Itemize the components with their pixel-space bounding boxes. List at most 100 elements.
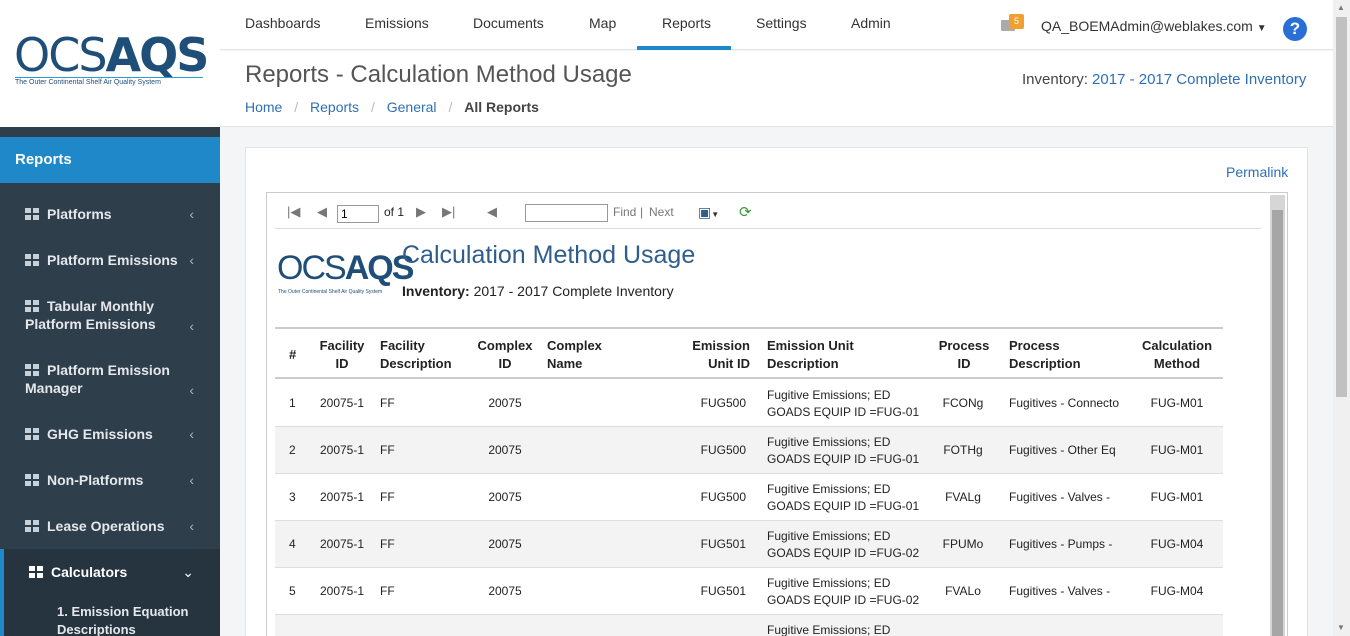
table-row: 5 20075-1 FF 20075 FUG501 Fugitive Emissions;… xyxy=(275,568,1223,615)
breadcrumb-reports[interactable]: Reports xyxy=(310,99,359,115)
page-title: Reports - Calculation Method Usage xyxy=(245,61,632,88)
chevron-left-icon: ‹ xyxy=(189,472,194,488)
find-button[interactable]: Find xyxy=(613,205,636,219)
breadcrumb: Home / Reports / General / All Reports xyxy=(245,99,539,115)
breadcrumb-general[interactable]: General xyxy=(387,99,437,115)
table-cell: FF xyxy=(380,537,395,551)
table-cell: Fugitive Emissions; ED GOADS EQUIP ID =F… xyxy=(767,482,920,513)
table-cell: FUG501 xyxy=(700,584,746,598)
sidebar-item-ghg-emissions[interactable]: GHG Emissions ‹ xyxy=(0,425,220,445)
scroll-up-icon[interactable]: ▲ xyxy=(1337,3,1345,12)
grid-icon xyxy=(29,566,43,579)
report-table: # Facility ID Facility Description Compl… xyxy=(275,327,1223,636)
sidebar-item-lease-operations[interactable]: Lease Operations ‹ xyxy=(0,517,220,537)
sidebar-subitem-emission-equation[interactable]: 1. Emission Equation Descriptions xyxy=(57,603,197,636)
scroll-down-icon[interactable]: ▼ xyxy=(1337,623,1345,632)
tab-settings[interactable]: Settings xyxy=(756,15,807,31)
refresh-icon[interactable]: ⟳ xyxy=(739,203,752,221)
user-menu[interactable]: QA_BOEMAdmin@weblakes.com ▼ xyxy=(1041,18,1267,34)
grid-icon xyxy=(25,520,39,533)
table-cell: FPUMo xyxy=(942,537,984,551)
tab-documents[interactable]: Documents xyxy=(473,15,544,31)
report-inventory: Inventory: 2017 - 2017 Complete Inventor… xyxy=(402,283,674,299)
active-tab-indicator xyxy=(637,46,731,50)
sidebar-item-tabular-monthly[interactable]: Tabular Monthly Platform Emissions ‹ xyxy=(0,297,220,337)
save-export-icon[interactable]: ▣▼ xyxy=(698,204,719,221)
sidebar-header[interactable]: Reports xyxy=(0,137,220,183)
caret-down-icon: ▼ xyxy=(1256,23,1267,34)
column-header: Emission Unit ID xyxy=(692,338,750,371)
table-cell: FUG500 xyxy=(700,490,746,504)
chevron-down-icon: ⌄ xyxy=(182,564,194,580)
table-cell: 20075-1 xyxy=(319,490,365,504)
table-cell: FCONg xyxy=(942,396,984,410)
page-scrollbar-thumb[interactable] xyxy=(1336,17,1347,397)
grid-icon xyxy=(25,208,39,221)
column-header: Process Description xyxy=(1009,338,1081,371)
logo[interactable]: OCSAQS The Outer Continental Shelf Air Q… xyxy=(0,0,220,127)
chevron-left-icon: ‹ xyxy=(189,382,194,398)
breadcrumb-home[interactable]: Home xyxy=(245,99,282,115)
table-cell: FVALg xyxy=(945,490,981,504)
table-cell: FVALo xyxy=(945,584,981,598)
table-cell: FF xyxy=(380,443,395,457)
last-page-icon[interactable]: ▶| xyxy=(442,204,455,220)
prev-page-icon[interactable]: ◀ xyxy=(317,204,327,220)
grid-icon xyxy=(25,474,39,487)
page-number-input[interactable] xyxy=(337,205,379,223)
column-header: Facility Description xyxy=(380,338,452,371)
table-row: Fugitive Emissions; ED GOADS xyxy=(275,615,1223,636)
tab-map[interactable]: Map xyxy=(589,15,616,31)
table-cell: Fugitive Emissions; ED GOADS EQUIP ID =F… xyxy=(767,388,920,419)
report-logo: OCSAQS xyxy=(277,249,414,287)
next-page-icon[interactable]: ▶ xyxy=(416,204,426,220)
table-cell: 20075 xyxy=(488,490,522,504)
chevron-left-icon: ‹ xyxy=(189,318,194,334)
notification-badge: 5 xyxy=(1009,14,1024,29)
inventory-selector[interactable]: Inventory: 2017 - 2017 Complete Inventor… xyxy=(1022,71,1306,88)
table-cell: FF xyxy=(380,490,395,504)
table-cell: 3 xyxy=(289,490,296,504)
column-header: Complex Name xyxy=(547,338,602,371)
report-scrollbar-thumb[interactable] xyxy=(1272,210,1283,636)
back-icon[interactable]: ◀ xyxy=(487,204,497,220)
table-cell: Fugitive Emissions; ED GOADS EQUIP ID =F… xyxy=(767,435,920,466)
next-button[interactable]: Next xyxy=(649,205,674,219)
sidebar-item-platform-emission-manager[interactable]: Platform Emission Manager ‹ xyxy=(0,361,220,401)
table-cell: FF xyxy=(380,396,395,410)
tab-emissions[interactable]: Emissions xyxy=(365,15,429,31)
table-cell: Fugitive Emissions; ED GOADS xyxy=(767,623,891,636)
inventory-link[interactable]: 2017 - 2017 Complete Inventory xyxy=(1092,71,1306,88)
sidebar-item-non-platforms[interactable]: Non-Platforms ‹ xyxy=(0,471,220,491)
table-cell: 5 xyxy=(289,584,296,598)
tab-admin[interactable]: Admin xyxy=(851,15,891,31)
first-page-icon[interactable]: |◀ xyxy=(287,204,300,220)
toolbar-separator: | xyxy=(640,205,644,219)
table-cell: Fugitives - Connecto xyxy=(1009,396,1120,410)
page-count: of 1 xyxy=(384,205,405,219)
table-cell: Fugitive Emissions; ED GOADS EQUIP ID =F… xyxy=(767,576,920,607)
table-row: 4 20075-1 FF 20075 FUG501 Fugitive Emissions;… xyxy=(275,521,1223,568)
report-title: Calculation Method Usage xyxy=(402,241,696,269)
sidebar-item-platform-emissions[interactable]: Platform Emissions ‹ xyxy=(0,251,220,271)
column-header: Facility ID xyxy=(319,338,365,371)
find-input[interactable] xyxy=(525,204,608,222)
grid-icon xyxy=(25,254,39,267)
table-cell: FOTHg xyxy=(943,443,983,457)
user-email: QA_BOEMAdmin@weblakes.com xyxy=(1041,18,1253,34)
table-cell: Fugitive Emissions; ED GOADS EQUIP ID =F… xyxy=(767,529,920,560)
column-header: Calculation Method xyxy=(1141,338,1213,371)
table-cell: Fugitives - Valves - xyxy=(1009,584,1111,598)
breadcrumb-current: All Reports xyxy=(464,99,539,115)
sidebar-item-platforms[interactable]: Platforms ‹ xyxy=(0,205,220,225)
tab-reports[interactable]: Reports xyxy=(662,15,711,31)
column-header: # xyxy=(289,347,297,362)
column-header: Emission Unit Description xyxy=(767,338,854,371)
table-cell: FF xyxy=(380,584,395,598)
table-cell: 20075-1 xyxy=(319,396,365,410)
column-header: Complex ID xyxy=(477,338,533,371)
tab-dashboards[interactable]: Dashboards xyxy=(245,15,321,31)
permalink-link[interactable]: Permalink xyxy=(1226,164,1288,180)
help-icon[interactable]: ? xyxy=(1283,17,1307,41)
table-cell: 20075 xyxy=(488,396,522,410)
